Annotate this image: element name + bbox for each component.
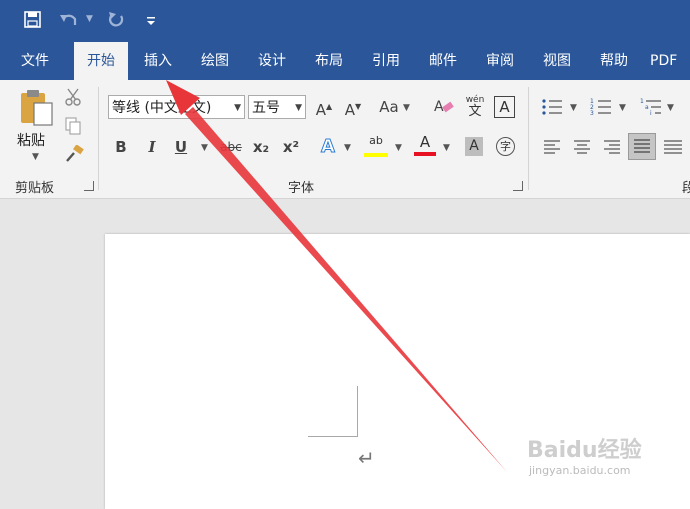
margin-corner-marker (308, 386, 358, 437)
tab-help[interactable]: 帮助 (589, 42, 639, 80)
align-center-icon[interactable] (573, 139, 591, 155)
group-divider (98, 87, 99, 190)
tab-references[interactable]: 引用 (361, 42, 411, 80)
redo-icon[interactable] (106, 10, 126, 30)
font-size-combobox[interactable]: 五号 ▼ (248, 95, 306, 119)
tab-layout[interactable]: 布局 (304, 42, 354, 80)
svg-text:A: A (434, 99, 444, 115)
font-name-combobox[interactable]: 等线 (中文正文) ▼ (108, 95, 245, 119)
numbering-icon[interactable]: 123 (590, 97, 612, 117)
tab-draw[interactable]: 绘图 (190, 42, 240, 80)
highlight-swatch (364, 153, 388, 157)
chevron-down-icon: ▼ (234, 103, 241, 113)
italic-icon[interactable]: I (143, 137, 161, 157)
title-bar (0, 0, 690, 42)
align-left-icon[interactable] (543, 139, 561, 155)
highlight-dropdown-icon[interactable]: ▼ (395, 143, 402, 153)
character-shading-icon[interactable]: A (465, 137, 483, 156)
tab-insert[interactable]: 插入 (133, 42, 183, 80)
tab-home[interactable]: 开始 (74, 42, 128, 80)
bullets-icon[interactable] (541, 97, 563, 117)
clipboard-group-label: 剪贴板 (15, 181, 55, 196)
tab-mailings[interactable]: 邮件 (418, 42, 468, 80)
paragraph-mark: ↵ (358, 446, 375, 470)
phonetic-guide-icon[interactable]: wén 文 (464, 95, 486, 121)
group-divider (528, 87, 529, 190)
text-effects-icon[interactable]: A (318, 136, 338, 157)
baidu-watermark: Baidu经验 jingyan.baidu.com (527, 438, 642, 477)
svg-text:3: 3 (590, 110, 594, 117)
grow-font-icon[interactable]: A▲ (314, 97, 334, 120)
highlight-glyph: ab (369, 134, 383, 147)
bold-icon[interactable]: B (112, 137, 130, 157)
save-icon[interactable] (24, 11, 41, 28)
highlight-color-icon[interactable]: ab (364, 135, 388, 159)
text-effects-dropdown-icon[interactable]: ▼ (344, 143, 351, 153)
bullets-dropdown-icon[interactable]: ▼ (570, 103, 577, 113)
font-color-icon[interactable]: A (414, 134, 436, 158)
clipboard-dialog-launcher[interactable] (84, 181, 94, 191)
multilevel-dropdown-icon[interactable]: ▼ (667, 103, 674, 113)
svg-text:a: a (645, 104, 649, 111)
change-case-icon[interactable]: Aa (378, 97, 400, 117)
svg-text:1: 1 (640, 98, 644, 105)
shrink-font-icon[interactable]: A▼ (343, 97, 363, 120)
multilevel-list-icon[interactable]: 1ai (640, 97, 662, 117)
underline-icon[interactable]: U (172, 137, 190, 157)
align-right-icon[interactable] (603, 139, 621, 155)
cut-icon[interactable] (64, 88, 82, 106)
paste-button-label[interactable]: 粘贴 (17, 130, 45, 150)
tab-file[interactable]: 文件 (10, 42, 60, 80)
phonetic-char: 文 (468, 104, 482, 119)
font-color-swatch (414, 152, 436, 156)
paste-icon[interactable] (19, 88, 55, 128)
font-color-dropdown-icon[interactable]: ▼ (443, 143, 450, 153)
tab-view[interactable]: 视图 (532, 42, 582, 80)
font-dialog-launcher[interactable] (513, 181, 523, 191)
watermark-brand: Baidu经验 (527, 438, 642, 463)
strikethrough-icon[interactable]: abc (218, 137, 244, 157)
customize-qat-icon[interactable] (146, 12, 156, 26)
subscript-icon[interactable]: x₂ (250, 137, 272, 157)
watermark-url: jingyan.baidu.com (529, 464, 631, 477)
distributed-icon[interactable] (663, 139, 683, 155)
font-name-value: 等线 (中文正文) (112, 100, 212, 116)
change-case-dropdown-icon[interactable]: ▼ (403, 103, 410, 113)
svg-text:i: i (650, 110, 652, 117)
font-color-glyph: A (419, 133, 431, 151)
copy-icon[interactable] (64, 117, 82, 135)
paragraph-group-label: 段 (682, 181, 690, 196)
tab-pdf[interactable]: PDF工 (650, 42, 690, 80)
justify-icon[interactable] (628, 133, 656, 160)
superscript-icon[interactable]: x² (280, 137, 302, 157)
undo-icon[interactable] (58, 10, 80, 30)
paste-dropdown-icon[interactable]: ▼ (32, 152, 39, 162)
undo-dropdown-icon[interactable]: ▼ (86, 14, 93, 24)
clear-formatting-icon[interactable]: A (433, 96, 455, 118)
enclose-characters-icon[interactable]: 字 (496, 137, 515, 156)
font-group-label: 字体 (288, 181, 315, 196)
tab-review[interactable]: 审阅 (475, 42, 525, 80)
numbering-dropdown-icon[interactable]: ▼ (619, 103, 626, 113)
tab-design[interactable]: 设计 (247, 42, 297, 80)
character-border-icon[interactable]: A (494, 96, 515, 118)
font-size-value: 五号 (252, 100, 280, 116)
chevron-down-icon: ▼ (295, 103, 302, 113)
format-painter-icon[interactable] (64, 144, 84, 163)
underline-dropdown-icon[interactable]: ▼ (201, 143, 208, 153)
